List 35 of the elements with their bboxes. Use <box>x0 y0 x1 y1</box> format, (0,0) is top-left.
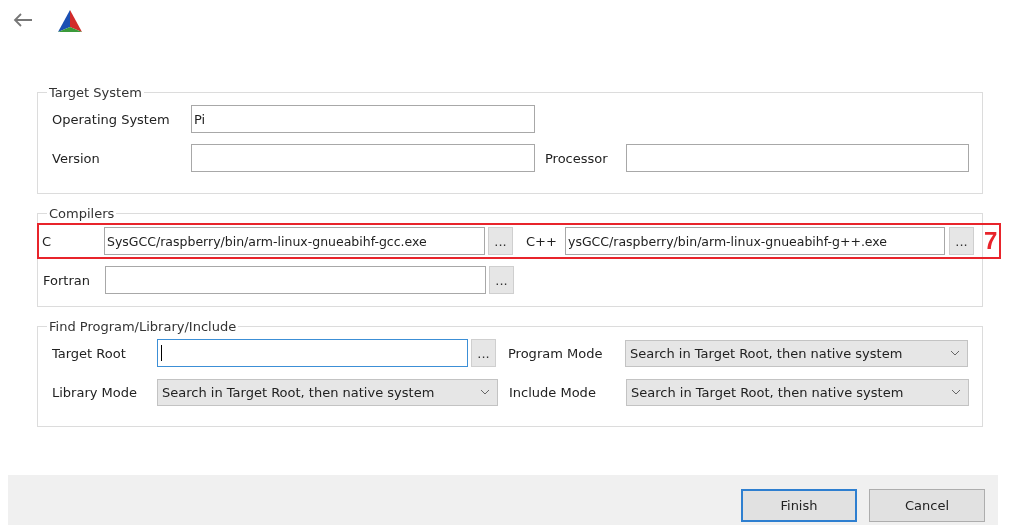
input-field[interactable]: Pi <box>191 105 535 133</box>
field-label: Program Mode <box>508 345 604 361</box>
dialog-button[interactable]: Cancel <box>869 489 985 522</box>
group-title: Target System <box>48 85 143 100</box>
browse-button[interactable]: ... <box>471 339 496 367</box>
input-field[interactable] <box>626 144 969 172</box>
browse-button[interactable]: ... <box>488 227 513 255</box>
annotation-number: 7 <box>984 227 998 255</box>
group-title: Find Program/Library/Include <box>48 319 238 334</box>
triangle-logo-icon <box>57 9 83 35</box>
field-label: Processor <box>545 150 609 166</box>
chevron-down-icon <box>480 389 490 395</box>
dropdown[interactable]: Search in Target Root, then native system <box>626 378 969 406</box>
chevron-down-icon <box>951 389 961 395</box>
browse-button[interactable]: ... <box>489 266 514 294</box>
input-field[interactable] <box>105 266 486 294</box>
field-label: C++ <box>526 233 558 249</box>
dropdown[interactable]: Search in Target Root, then native system <box>625 339 968 367</box>
dialog-button[interactable]: Finish <box>741 489 857 522</box>
back-arrow-icon[interactable] <box>13 13 33 27</box>
input-field[interactable]: ysGCC/raspberry/bin/arm-linux-gnueabihf-g++.exe <box>565 227 945 255</box>
field-label: Operating System <box>52 111 171 127</box>
field-label: Library Mode <box>52 384 138 400</box>
input-field[interactable] <box>157 339 468 367</box>
field-label: C <box>42 233 53 249</box>
group-title: Compilers <box>48 206 116 221</box>
input-field[interactable]: SysGCC/raspberry/bin/arm-linux-gnueabihf-gcc.exe <box>104 227 485 255</box>
field-label: Version <box>52 150 101 166</box>
field-label: Fortran <box>43 272 91 288</box>
input-field[interactable] <box>191 144 535 172</box>
chevron-down-icon <box>950 350 960 356</box>
field-label: Target Root <box>52 345 127 361</box>
field-label: Include Mode <box>509 384 597 400</box>
browse-button[interactable]: ... <box>949 227 974 255</box>
dropdown[interactable]: Search in Target Root, then native system <box>157 378 498 406</box>
